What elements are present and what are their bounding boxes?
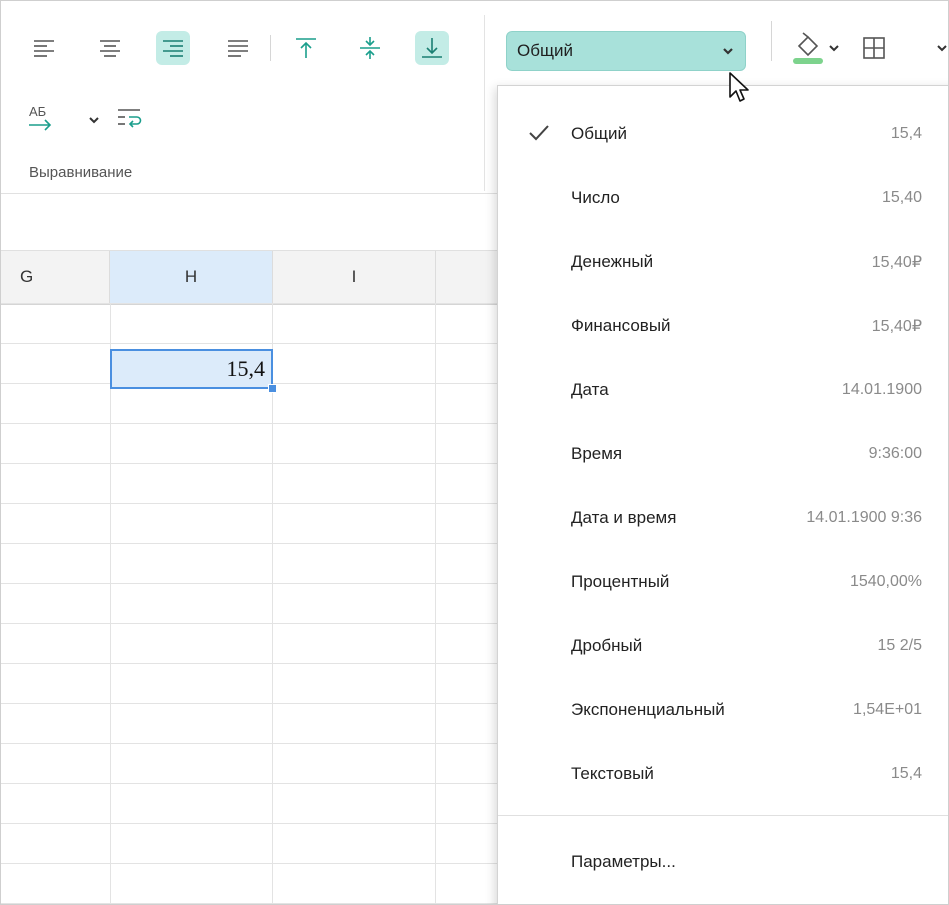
app-window: АБ Выравнивание Общий G H I 15,4 Общий 1…: [0, 0, 949, 905]
menu-item-label: Общий: [571, 124, 627, 143]
divider: [771, 21, 772, 61]
cell-value: 15,4: [226, 356, 266, 381]
menu-item-scientific[interactable]: Экспоненциальный 1,54E+01: [498, 679, 948, 741]
svg-text:АБ: АБ: [29, 104, 46, 119]
borders-button[interactable]: [857, 31, 891, 65]
menu-item-label: Время: [571, 444, 623, 463]
menu-item-label: Параметры...: [571, 852, 676, 871]
menu-item-label: Экспоненциальный: [571, 700, 725, 719]
number-format-value: Общий: [517, 41, 573, 60]
wrap-text-button[interactable]: [113, 101, 147, 135]
menu-item-accounting[interactable]: Финансовый 15,40₽: [498, 295, 948, 357]
grid-line: [110, 304, 111, 904]
align-top-button[interactable]: [289, 31, 323, 65]
menu-item-label: Финансовый: [571, 316, 671, 335]
grid-line: [435, 304, 436, 904]
menu-item-label: Дата: [571, 380, 609, 399]
menu-item-general[interactable]: Общий 15,4: [498, 103, 948, 165]
number-format-select[interactable]: Общий: [506, 31, 746, 71]
menu-item-currency[interactable]: Денежный 15,40₽: [498, 231, 948, 293]
menu-item-parameters[interactable]: Параметры...: [498, 831, 948, 893]
column-header-h[interactable]: H: [110, 251, 273, 303]
align-center-button[interactable]: [93, 31, 127, 65]
align-bottom-icon: [422, 38, 442, 58]
menu-item-sample: 1540,00%: [849, 573, 922, 590]
fill-color-dropdown[interactable]: [825, 31, 843, 65]
text-direction-button[interactable]: АБ: [27, 101, 55, 135]
align-center-icon: [100, 40, 120, 57]
selected-cell-h[interactable]: 15,4: [110, 349, 273, 389]
fill-color-button[interactable]: [791, 31, 825, 65]
divider: [270, 35, 271, 61]
align-bottom-button[interactable]: [415, 31, 449, 65]
grid-line: [272, 304, 273, 904]
align-right-button[interactable]: [156, 31, 190, 65]
group-label-alignment: Выравнивание: [29, 164, 133, 181]
menu-item-number[interactable]: Число 15,40: [498, 167, 948, 229]
menu-item-label: Денежный: [571, 252, 654, 271]
chevron-down-icon: [89, 117, 99, 124]
menu-item-label: Текстовый: [571, 764, 654, 783]
menu-item-sample: 14.01.1900: [841, 381, 922, 398]
borders-icon: [863, 37, 885, 59]
menu-item-sample: 14.01.1900 9:36: [806, 509, 922, 526]
menu-item-text[interactable]: Текстовый 15,4: [498, 743, 948, 805]
menu-item-time[interactable]: Время 9:36:00: [498, 423, 948, 485]
mouse-cursor-icon: [729, 72, 749, 102]
menu-item-sample: 15,40₽: [871, 318, 922, 335]
menu-item-sample: 1,54E+01: [853, 701, 922, 718]
menu-item-label: Дробный: [571, 636, 643, 655]
text-direction-icon: АБ: [29, 104, 52, 131]
menu-item-date[interactable]: Дата 14.01.1900: [498, 359, 948, 421]
check-icon: [529, 125, 549, 141]
chevron-down-icon: [723, 48, 733, 55]
align-justify-icon: [228, 40, 248, 57]
column-header-i[interactable]: I: [273, 251, 436, 303]
align-middle-icon: [360, 37, 380, 59]
align-right-icon: [163, 40, 183, 57]
menu-item-sample: 9:36:00: [868, 445, 922, 462]
fill-color-icon: [793, 32, 823, 64]
align-left-button[interactable]: [27, 31, 61, 65]
align-justify-button[interactable]: [221, 31, 255, 65]
menu-item-datetime[interactable]: Дата и время 14.01.1900 9:36: [498, 487, 948, 549]
align-middle-button[interactable]: [353, 31, 387, 65]
group-divider: [484, 15, 485, 191]
chevron-down-icon: [937, 45, 947, 52]
column-header-g[interactable]: G: [1, 251, 110, 303]
menu-item-label: Дата и время: [571, 508, 677, 527]
menu-item-sample: 15 2/5: [877, 637, 922, 654]
wrap-text-icon: [118, 109, 142, 128]
text-direction-dropdown[interactable]: [85, 103, 103, 137]
menu-item-sample: 15,40₽: [871, 254, 922, 271]
borders-dropdown[interactable]: [933, 31, 948, 65]
menu-item-fraction[interactable]: Дробный 15 2/5: [498, 615, 948, 677]
menu-item-sample: 15,40: [881, 189, 922, 206]
menu-item-percentage[interactable]: Процентный 1540,00%: [498, 551, 948, 613]
align-left-icon: [34, 40, 54, 57]
fill-handle[interactable]: [268, 384, 277, 393]
menu-item-label: Число: [571, 188, 620, 207]
menu-item-sample: 15,4: [890, 765, 922, 782]
chevron-down-icon: [829, 45, 839, 52]
align-top-icon: [296, 38, 316, 58]
menu-item-sample: 15,4: [890, 125, 922, 142]
number-format-menu: Общий 15,4 Число 15,40 Денежный 15,40₽ Ф…: [497, 85, 948, 904]
menu-item-label: Процентный: [571, 572, 670, 591]
menu-divider: [498, 815, 948, 816]
